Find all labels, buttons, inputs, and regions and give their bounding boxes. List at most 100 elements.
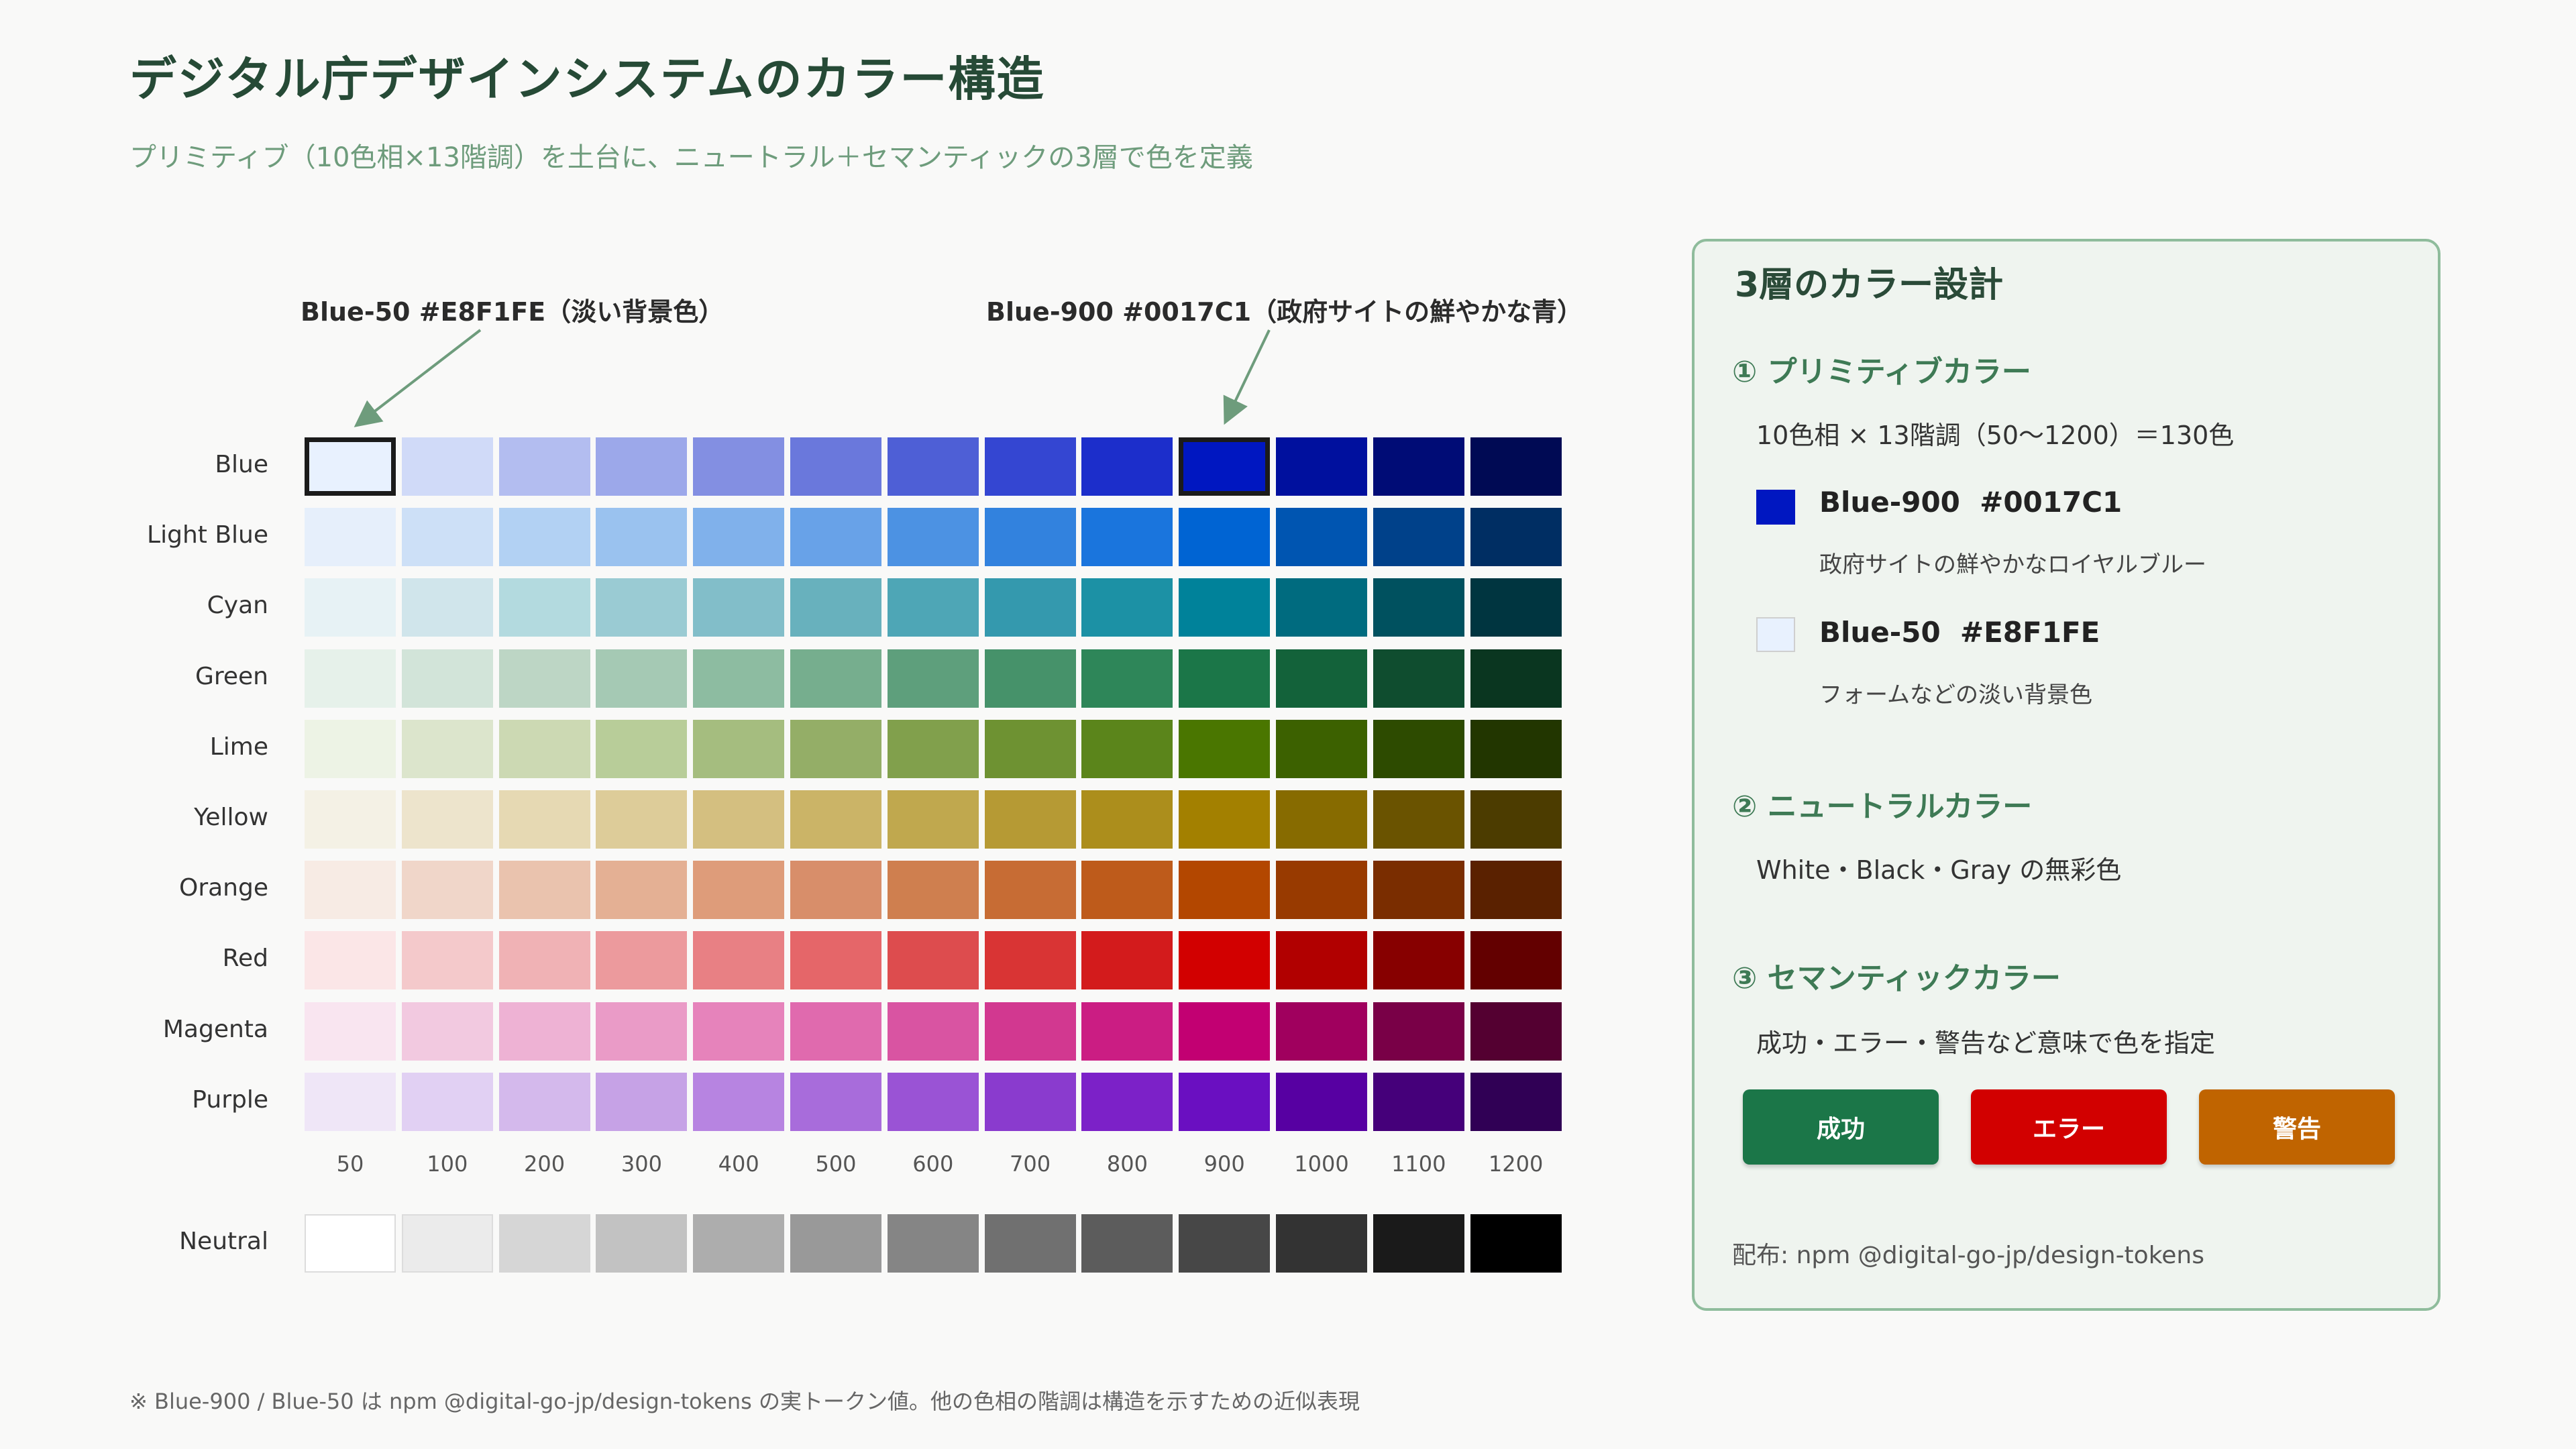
swatch-neutral-700 <box>984 1214 1076 1273</box>
swatch-lime-1000 <box>1276 719 1367 778</box>
row-label-purple: Purple <box>192 1085 268 1114</box>
row-label-red: Red <box>222 945 268 973</box>
swatch-red-50 <box>305 931 396 990</box>
swatch-lime-800 <box>1081 719 1173 778</box>
step-label-1200: 1200 <box>1488 1151 1544 1177</box>
swatch-blue-400 <box>693 437 785 496</box>
row-label-light-blue: Light Blue <box>147 521 268 549</box>
row-label-blue: Blue <box>215 451 268 478</box>
swatch-blue-200 <box>498 437 590 496</box>
swatch-magenta-400 <box>693 1002 785 1061</box>
success-button[interactable]: 成功 <box>1743 1089 1939 1165</box>
swatch-red-1100 <box>1373 931 1464 990</box>
step-label-500: 500 <box>815 1151 857 1177</box>
swatch-orange-1200 <box>1470 861 1562 920</box>
swatch-orange-700 <box>984 861 1076 920</box>
swatch-red-700 <box>984 931 1076 990</box>
swatch-magenta-200 <box>498 1002 590 1061</box>
step-label-900: 900 <box>1203 1151 1245 1177</box>
swatch-light-blue-500 <box>790 508 881 567</box>
distribution-note: 配布: npm @digital-go-jp/design-tokens <box>1732 1242 2204 1269</box>
swatch-yellow-500 <box>790 790 881 849</box>
swatch-neutral-50 <box>305 1214 396 1273</box>
section-neutral-text: White・Black・Gray の無彩色 <box>1756 855 2122 885</box>
step-label-1000: 1000 <box>1294 1151 1349 1177</box>
swatch-orange-900 <box>1179 861 1271 920</box>
swatch-yellow-200 <box>498 790 590 849</box>
swatch-red-1200 <box>1470 931 1562 990</box>
section-semantic-heading: ③ セマンティックカラー <box>1732 961 2061 996</box>
swatch-light-blue-100 <box>401 508 493 567</box>
swatch-orange-200 <box>498 861 590 920</box>
blue-50-label: Blue-50 #E8F1FE <box>1819 616 2100 649</box>
step-label-400: 400 <box>718 1151 759 1177</box>
swatch-red-300 <box>596 931 688 990</box>
step-label-700: 700 <box>1010 1151 1051 1177</box>
swatch-red-400 <box>693 931 785 990</box>
swatch-neutral-100 <box>401 1214 493 1273</box>
swatch-red-100 <box>401 931 493 990</box>
swatch-lime-600 <box>887 719 979 778</box>
swatch-blue-100 <box>401 437 493 496</box>
swatch-cyan-800 <box>1081 578 1173 637</box>
swatch-yellow-800 <box>1081 790 1173 849</box>
swatch-neutral-200 <box>498 1214 590 1273</box>
swatch-yellow-900 <box>1179 790 1271 849</box>
swatch-light-blue-400 <box>693 508 785 567</box>
error-button[interactable]: エラー <box>1971 1089 2167 1165</box>
swatch-cyan-700 <box>984 578 1076 637</box>
row-label-yellow: Yellow <box>194 804 268 831</box>
swatch-orange-400 <box>693 861 785 920</box>
swatch-cyan-400 <box>693 578 785 637</box>
swatch-light-blue-800 <box>1081 508 1173 567</box>
step-label-50: 50 <box>336 1151 364 1177</box>
swatch-yellow-1200 <box>1470 790 1562 849</box>
blue-50-chip <box>1756 617 1795 652</box>
step-label-600: 600 <box>912 1151 954 1177</box>
warning-button[interactable]: 警告 <box>2199 1089 2395 1165</box>
swatch-green-700 <box>984 649 1076 708</box>
swatch-green-900 <box>1179 649 1271 708</box>
swatch-light-blue-1200 <box>1470 508 1562 567</box>
swatch-blue-50 <box>305 437 396 496</box>
swatch-yellow-600 <box>887 790 979 849</box>
swatch-red-1000 <box>1276 931 1367 990</box>
panel-title: 3層のカラー設計 <box>1735 265 2004 305</box>
swatch-blue-800 <box>1081 437 1173 496</box>
swatch-neutral-900 <box>1179 1214 1271 1273</box>
swatch-cyan-300 <box>596 578 688 637</box>
step-label-100: 100 <box>427 1151 468 1177</box>
swatch-blue-600 <box>887 437 979 496</box>
swatch-yellow-300 <box>596 790 688 849</box>
swatch-orange-1000 <box>1276 861 1367 920</box>
section-neutral-heading: ② ニュートラルカラー <box>1732 790 2033 824</box>
swatch-cyan-1100 <box>1373 578 1464 637</box>
design-panel: 3層のカラー設計 ① プリミティブカラー 10色相 × 13階調（50〜1200… <box>1692 239 2440 1311</box>
swatch-lime-100 <box>401 719 493 778</box>
swatch-orange-100 <box>401 861 493 920</box>
swatch-lime-50 <box>305 719 396 778</box>
swatch-magenta-50 <box>305 1002 396 1061</box>
swatch-purple-200 <box>498 1072 590 1131</box>
swatch-light-blue-50 <box>305 508 396 567</box>
step-label-300: 300 <box>621 1151 662 1177</box>
blue-900-chip <box>1756 490 1795 525</box>
swatch-light-blue-700 <box>984 508 1076 567</box>
section-primitive-heading: ① プリミティブカラー <box>1732 355 2031 389</box>
swatch-red-500 <box>790 931 881 990</box>
swatch-orange-50 <box>305 861 396 920</box>
swatch-magenta-500 <box>790 1002 881 1061</box>
blue-900-desc: 政府サイトの鮮やかなロイヤルブルー <box>1819 551 2206 578</box>
swatch-lime-700 <box>984 719 1076 778</box>
swatch-green-800 <box>1081 649 1173 708</box>
swatch-light-blue-900 <box>1179 508 1271 567</box>
swatch-magenta-1000 <box>1276 1002 1367 1061</box>
swatch-green-1000 <box>1276 649 1367 708</box>
swatch-neutral-400 <box>693 1214 785 1273</box>
arrow-blue-50 <box>354 329 482 427</box>
row-label-magenta: Magenta <box>162 1015 268 1043</box>
step-label-200: 200 <box>524 1151 566 1177</box>
swatch-magenta-100 <box>401 1002 493 1061</box>
swatch-lime-200 <box>498 719 590 778</box>
swatch-neutral-1100 <box>1373 1214 1464 1273</box>
